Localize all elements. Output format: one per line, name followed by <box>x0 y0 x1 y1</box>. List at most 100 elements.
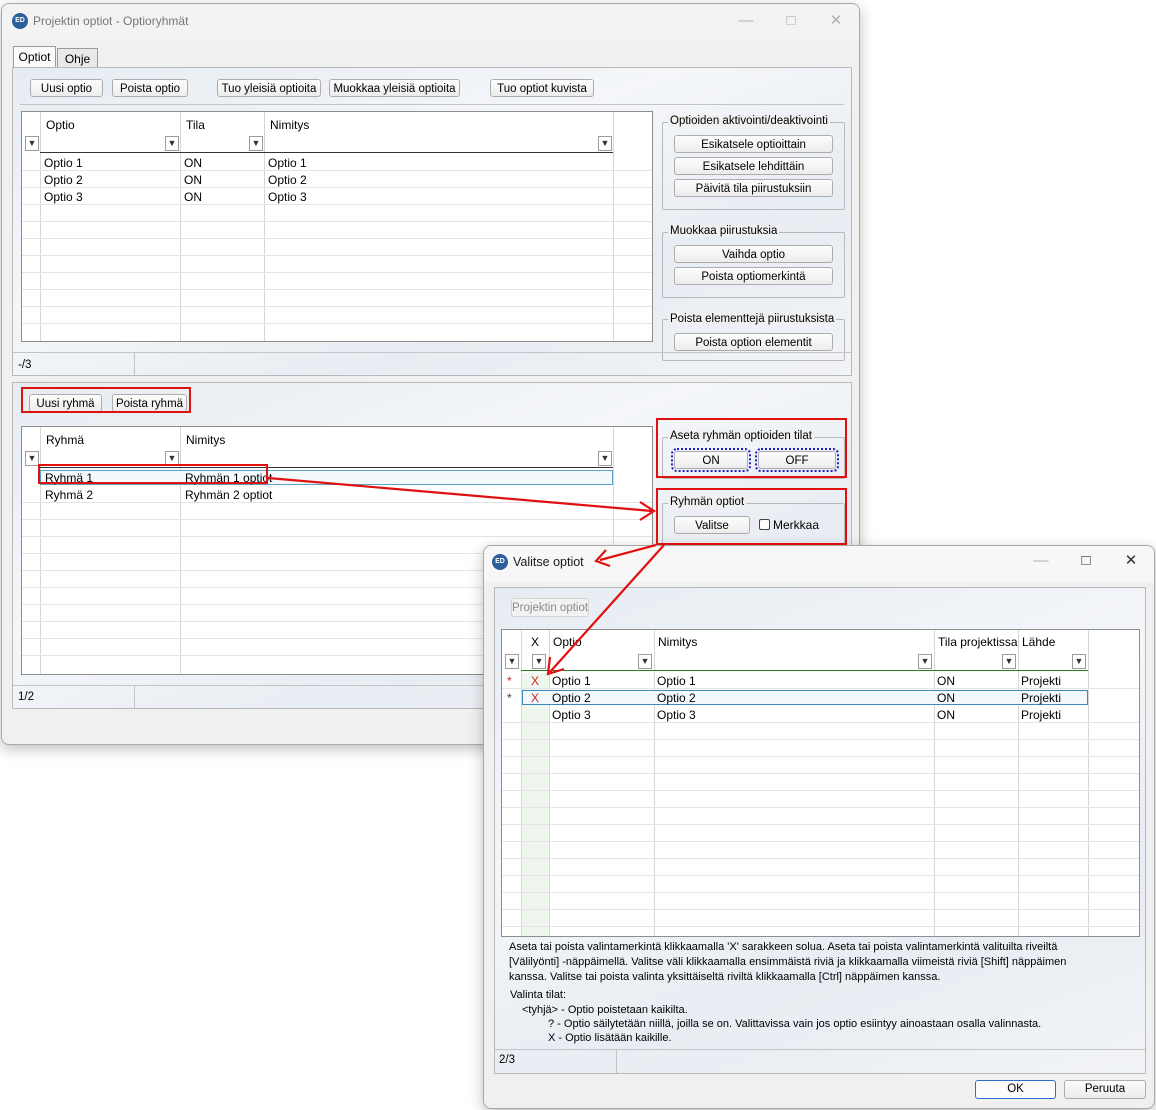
filter-icon[interactable]: ▼ <box>1002 654 1016 669</box>
help-state-question: ? - Optio säilytetään niillä, joilla se … <box>548 1018 1042 1030</box>
status-divider <box>134 353 135 375</box>
edit-common-options-button[interactable]: Muokkaa yleisiä optioita <box>329 79 460 97</box>
row-changed-mark: * <box>507 674 512 688</box>
annotation-box-group-options <box>656 488 847 545</box>
update-drawings-button[interactable]: Päivitä tila piirustuksiin <box>674 179 833 197</box>
filter-icon[interactable]: ▼ <box>638 654 652 669</box>
options-grid[interactable]: Optio Tila Nimitys ▼ ▼ ▼ ▼ Optio 1 ON Op… <box>21 111 653 342</box>
filter-icon[interactable]: ▼ <box>918 654 932 669</box>
new-option-button[interactable]: Uusi optio <box>30 79 103 97</box>
grid-cell: Optio 2 <box>268 173 307 187</box>
grid-cell: Optio 1 <box>268 156 307 170</box>
grid-cell: Optio 1 <box>44 156 83 170</box>
column-header-nimitys: Nimitys <box>658 635 698 649</box>
minimize-icon[interactable]: — <box>1021 546 1061 576</box>
column-header-optio: Optio <box>46 118 75 132</box>
column-header-optio: Optio <box>553 635 582 649</box>
status-divider <box>13 352 851 353</box>
tab-ohje[interactable]: Ohje <box>57 48 98 68</box>
grid-cell: Optio 3 <box>44 190 83 204</box>
remove-option-elements-button[interactable]: Poista option elementit <box>674 333 833 351</box>
filter-icon[interactable]: ▼ <box>249 136 263 151</box>
grid-cell: Projekti <box>1021 674 1062 688</box>
grid-cell: Optio 3 <box>552 708 591 722</box>
ok-button[interactable]: OK <box>975 1080 1056 1099</box>
status-divider <box>495 1049 1145 1050</box>
annotation-box-group-buttons <box>21 387 191 413</box>
close-icon[interactable]: ✕ <box>1111 546 1151 576</box>
grid-cell: ON <box>184 190 202 204</box>
edit-drawings-group-title: Muokkaa piirustuksia <box>668 225 780 237</box>
remove-option-mark-button[interactable]: Poista optiomerkintä <box>674 267 833 285</box>
grid-cell: Optio 2 <box>657 691 696 705</box>
preview-by-sheet-button[interactable]: Esikatsele lehdittäin <box>674 157 833 175</box>
annotation-box-group-row <box>38 464 268 484</box>
filter-icon[interactable]: ▼ <box>165 136 179 151</box>
help-state-x: X - Optio lisätään kaikille. <box>548 1032 672 1044</box>
row-changed-mark: * <box>507 691 512 705</box>
dialog-titlebar[interactable]: ED Valitse optiot — □ ✕ <box>484 546 1154 582</box>
help-text-line: kanssa. Valitse tai poista valinta yksit… <box>509 971 941 983</box>
filter-icon[interactable]: ▼ <box>532 654 546 669</box>
app-icon: ED <box>492 554 508 570</box>
grid-cell: Optio 2 <box>44 173 83 187</box>
grid-cell: Optio 3 <box>657 708 696 722</box>
column-header-x: X <box>531 635 540 649</box>
options-panel: Uusi optio Poista optio Tuo yleisiä opti… <box>12 67 852 376</box>
window-title: Projektin optiot - Optioryhmät <box>33 14 189 28</box>
project-options-tab[interactable]: Projektin optiot <box>511 598 589 617</box>
filter-underline <box>40 152 613 153</box>
column-header-nimitys: Nimitys <box>270 118 310 132</box>
filter-icon[interactable]: ▼ <box>25 451 39 466</box>
app-icon: ED <box>12 13 28 29</box>
help-text-line: Aseta tai poista valintamerkintä klikkaa… <box>509 941 1058 953</box>
x-mark-cell[interactable]: X <box>531 691 539 705</box>
select-options-grid[interactable]: X Optio Nimitys Tila projektissa Lähde ▼… <box>501 629 1140 937</box>
grid-cell: ON <box>184 156 202 170</box>
dialog-panel: Projektin optiot X Optio Nimitys Tila pr… <box>494 587 1146 1074</box>
grid-cell: Optio 1 <box>552 674 591 688</box>
grid-cell: ON <box>184 173 202 187</box>
tab-optiot[interactable]: Optiot <box>13 46 56 68</box>
annotation-box-set-state <box>656 418 847 478</box>
filter-icon[interactable]: ▼ <box>598 451 612 466</box>
grid-cell: ON <box>937 708 955 722</box>
maximize-icon[interactable]: □ <box>771 6 811 36</box>
filter-icon[interactable]: ▼ <box>25 136 39 151</box>
delete-option-button[interactable]: Poista optio <box>112 79 188 97</box>
grid-cell: Projekti <box>1021 691 1062 705</box>
close-icon[interactable]: ✕ <box>816 6 856 36</box>
minimize-icon[interactable]: — <box>726 6 766 36</box>
column-header-tila-projektissa: Tila projektissa <box>938 635 1018 649</box>
filter-icon[interactable]: ▼ <box>505 654 519 669</box>
column-header-nimitys: Nimitys <box>186 433 226 447</box>
dialog-status-count: 2/3 <box>499 1054 515 1066</box>
help-states-title: Valinta tilat: <box>510 989 567 1001</box>
grid-cell: ON <box>937 691 955 705</box>
filter-icon[interactable]: ▼ <box>1072 654 1086 669</box>
import-common-options-button[interactable]: Tuo yleisiä optioita <box>217 79 321 97</box>
filter-icon[interactable]: ▼ <box>598 136 612 151</box>
cancel-button[interactable]: Peruuta <box>1064 1080 1146 1099</box>
activation-group-title: Optioiden aktivointi/deaktivointi <box>668 115 830 127</box>
grid-cell: Optio 2 <box>552 691 591 705</box>
import-options-from-drawings-button[interactable]: Tuo optiot kuvista <box>490 79 594 97</box>
grid-cell: Projekti <box>1021 708 1062 722</box>
status-divider <box>616 1050 617 1073</box>
grid-cell: Ryhmän 2 optiot <box>185 488 273 502</box>
maximize-icon[interactable]: □ <box>1066 546 1106 576</box>
selected-row-highlight <box>522 690 1088 705</box>
help-state-empty: <tyhjä> - Optio poistetaan kaikilta. <box>522 1004 688 1016</box>
preview-by-option-button[interactable]: Esikatsele optioittain <box>674 135 833 153</box>
column-header-lahde: Lähde <box>1022 635 1056 649</box>
x-mark-cell[interactable]: X <box>531 674 539 688</box>
status-divider <box>134 686 135 708</box>
options-status-count: -/3 <box>18 359 32 371</box>
change-option-button[interactable]: Vaihda optio <box>674 245 833 263</box>
help-text-line: [Välilyönti] -näppäimellä. Valitse väli … <box>509 956 1067 968</box>
groups-status-count: 1/2 <box>18 691 34 703</box>
x-column-shade <box>522 673 549 936</box>
dialog-title: Valitse optiot <box>513 555 584 569</box>
grid-cell: Optio 3 <box>268 190 307 204</box>
main-titlebar[interactable]: ED Projektin optiot - Optioryhmät — □ ✕ <box>2 4 859 40</box>
